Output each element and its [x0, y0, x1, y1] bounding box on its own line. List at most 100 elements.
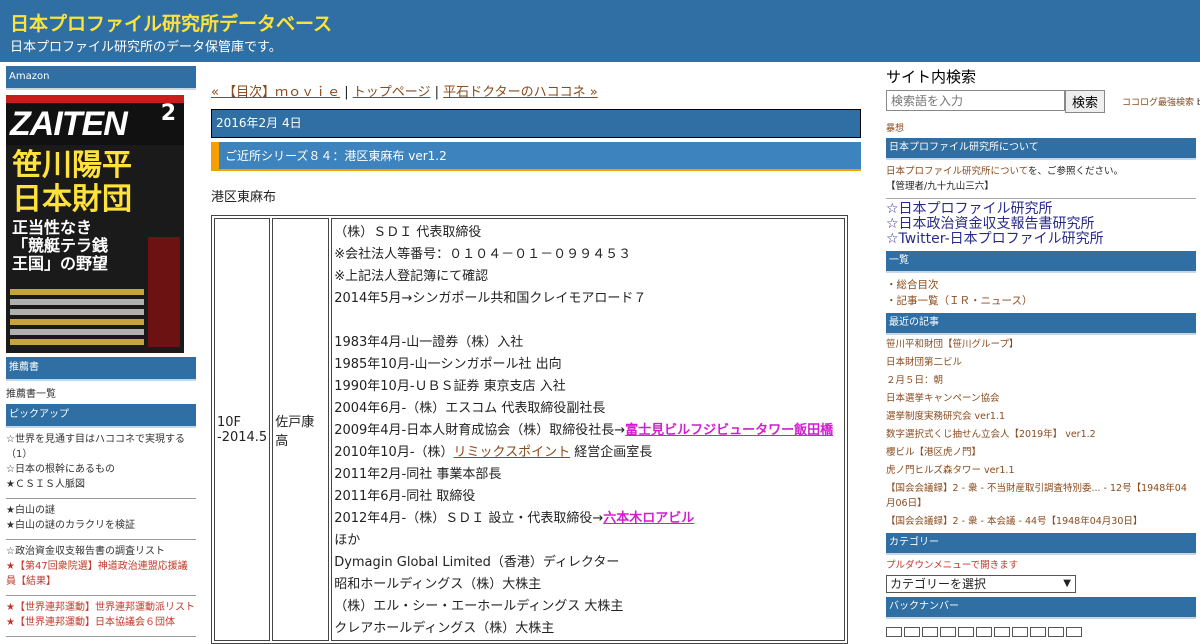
- career-line: 2010年10月-（株）リミックスポイント 経営企画室長: [334, 442, 842, 464]
- recent-heading: 最近の記事: [886, 313, 1196, 335]
- career-line-text: 1985年10月-山一シンガポール社 出向: [334, 357, 562, 372]
- top-page-link[interactable]: トップページ: [353, 85, 431, 100]
- pickup-heading: ピックアップ: [6, 404, 196, 428]
- career-line: 昭和ホールディングス（株）大株主: [334, 574, 842, 596]
- search-credit-link[interactable]: ココログ最強検索: [1122, 98, 1194, 108]
- career-line-text: ほか: [334, 533, 361, 548]
- chevron-down-icon: ▼: [1063, 578, 1071, 589]
- featured-link[interactable]: ☆日本プロファイル研究所: [886, 202, 1196, 217]
- recent-article-link[interactable]: 【国会会議録】2 - 衆 - 不当財産取引調査特別委... - 12号【1948…: [886, 481, 1196, 511]
- career-line-text: 2010年10月-（株）: [334, 445, 454, 460]
- pickup-link[interactable]: ☆政治資金収支報告書の調査リスト: [6, 544, 196, 559]
- cover-side-banner: [148, 237, 180, 347]
- pickup-link[interactable]: ☆世界を見通す目はハココネで実現する（1）: [6, 432, 196, 462]
- career-line: 2011年6月-同社 取締役: [334, 486, 842, 508]
- category-heading: カテゴリー: [886, 533, 1196, 555]
- list-link[interactable]: ・総合目次: [886, 277, 1196, 293]
- career-line-text: 1990年10月-ＵＢＳ証券 東京支店 入社: [334, 379, 566, 394]
- career-line: 2009年4月-日本人財育成協会（株）取締役社長→富士見ビルフジビュータワー飯田…: [334, 420, 842, 442]
- pickup-link[interactable]: ★【第47回衆院選】神道政治連盟応援議員【結果】: [6, 559, 196, 589]
- recent-article-link[interactable]: ２月５日：朝: [886, 373, 1196, 388]
- search-credit-name[interactable]: 暴想: [886, 121, 1196, 134]
- left-sidebar: Amazon ZAITEN 2 笹川陽平日本財団 正当性なき「競艇テラ銭王国」の…: [6, 66, 196, 637]
- career-link[interactable]: 六本木ロアビル: [603, 511, 694, 526]
- recent-articles: 笹川平和財団【笹川グループ】 日本財団第二ビル ２月５日：朝 日本選挙キャンペーン協会…: [886, 337, 1196, 529]
- entry-date: 2016年2月 4日: [211, 109, 861, 138]
- career-line: （株）エル・シー・エーホールディングス 大株主: [334, 596, 842, 618]
- career-line: 1990年10月-ＵＢＳ証券 東京支店 入社: [334, 376, 842, 398]
- pickup-link[interactable]: ★白山の謎: [6, 503, 196, 518]
- search-button[interactable]: 検索: [1065, 90, 1106, 113]
- featured-link[interactable]: ☆日本政治資金収支報告書研究所: [886, 217, 1196, 232]
- career-line-text: 昭和ホールディングス（株）大株主: [334, 577, 542, 592]
- recent-article-link[interactable]: 数字選択式くじ抽せん立会人【2019年】 ver1.2: [886, 427, 1196, 442]
- recent-article-link[interactable]: 笹川平和財団【笹川グループ】: [886, 337, 1196, 352]
- featured-link[interactable]: ☆Twitter-日本プロファイル研究所: [886, 232, 1196, 247]
- backnumber-heading: バックナンバー: [886, 597, 1196, 619]
- person-name-cell: 佐戸康高: [272, 218, 330, 641]
- floor-cell: 10F -2014.5: [214, 218, 271, 641]
- career-line: 2012年4月-（株）ＳＤＩ 設立・代表取締役→六本木ロアビル: [334, 508, 842, 530]
- career-line: ※上記法人登記簿にて確認: [334, 266, 842, 288]
- career-line: ※会社法人等番号：０１０４－０１－０９９４５３: [334, 244, 842, 266]
- site-header: 日本プロファイル研究所データベース 日本プロファイル研究所のデータ保管庫です。: [0, 0, 1200, 62]
- site-title[interactable]: 日本プロファイル研究所データベース: [10, 9, 332, 36]
- amazon-heading: Amazon: [6, 66, 196, 90]
- pickup-link[interactable]: ☆日本の根幹にあるもの: [6, 462, 196, 477]
- about-link[interactable]: 日本プロファイル研究所について: [886, 166, 1028, 177]
- table-row: 10F -2014.5 佐戸康高 （株）ＳＤＩ 代表取締役 ※会社法人等番号：０１０…: [214, 218, 846, 641]
- career-detail-cell: （株）ＳＤＩ 代表取締役 ※会社法人等番号：０１０４－０１－０９９４５３ ※上記法人…: [331, 218, 846, 641]
- tenant-table: 10F -2014.5 佐戸康高 （株）ＳＤＩ 代表取締役 ※会社法人等番号：０１０…: [211, 215, 849, 644]
- pickup-list: ☆世界を見通す目はハココネで実現する（1） ☆日本の根幹にあるもの ★ＣＳＩＳ人脈図…: [6, 428, 196, 637]
- entry-navigation: « 【目次】ｍｏｖｉｅ | トップページ | 平石ドクターのハココネ »: [211, 85, 598, 100]
- pickup-group: ★白山の謎 ★白山の謎のカラクリを検証: [6, 499, 196, 540]
- career-line-text: 2011年6月-同社 取締役: [334, 489, 476, 504]
- entry-area-label: 港区東麻布: [211, 190, 277, 205]
- backnumber-calendar[interactable]: [886, 622, 1196, 641]
- career-line-text: 2011年2月-同社 事業本部長: [334, 467, 502, 482]
- pickup-link[interactable]: ★【世界連邦運動】世界連邦運動派リスト: [6, 600, 196, 615]
- pickup-link[interactable]: ★ＣＳＩＳ人脈図: [6, 477, 196, 492]
- career-line-text: 1983年4月-山一證券（株）入社: [334, 335, 524, 350]
- search-input[interactable]: [886, 90, 1065, 111]
- list-link[interactable]: ・記事一覧（ＩＲ・ニュース）: [886, 293, 1196, 309]
- career-line: Dymagin Global Limited（香港）ディレクター: [334, 552, 842, 574]
- career-line-text: 2012年4月-（株）ＳＤＩ 設立・代表取締役→: [334, 511, 604, 526]
- about-heading: 日本プロファイル研究所について: [886, 138, 1196, 160]
- list-links: ・総合目次 ・記事一覧（ＩＲ・ニュース）: [886, 277, 1196, 309]
- next-entry-link[interactable]: 平石ドクターのハココネ »: [443, 85, 598, 100]
- career-line: ほか: [334, 530, 842, 552]
- recent-article-link[interactable]: 日本財団第二ビル: [886, 355, 1196, 370]
- cover-masthead-title: ZAITEN: [10, 105, 128, 143]
- career-line-text: 2004年6月-（株）エスコム 代表取締役副社長: [334, 401, 606, 416]
- cover-subhead: 正当性なき「競艇テラ銭王国」の野望: [12, 218, 109, 273]
- category-select[interactable]: カテゴリーを選択 ▼: [886, 575, 1076, 593]
- career-line-text: 2014年5月→シンガポール共和国クレイモアロード７: [334, 291, 647, 306]
- career-line: 2004年6月-（株）エスコム 代表取締役副社長: [334, 398, 842, 420]
- pickup-link[interactable]: ★【世界連邦運動】日本協議会６団体: [6, 615, 196, 630]
- career-link[interactable]: 富士見ビルフジビュータワー飯田橋: [625, 423, 833, 438]
- book-cover-image[interactable]: ZAITEN 2 笹川陽平日本財団 正当性なき「競艇テラ銭王国」の野望: [6, 95, 184, 353]
- cover-issue-number: 2: [160, 101, 176, 126]
- recent-article-link[interactable]: 日本選挙キャンペーン協会: [886, 391, 1196, 406]
- site-search-heading: サイト内検索: [886, 68, 977, 86]
- career-line-text: Dymagin Global Limited（香港）ディレクター: [334, 555, 620, 570]
- site-subtitle: 日本プロファイル研究所のデータ保管庫です。: [10, 40, 282, 55]
- career-line-text: ※上記法人登記簿にて確認: [334, 269, 489, 284]
- recent-article-link[interactable]: 選挙制度実務研究会 ver1.1: [886, 409, 1196, 424]
- admin-text: 【管理者/九十九山三六】: [886, 181, 994, 192]
- pickup-link[interactable]: ★白山の謎のカラクリを検証: [6, 518, 196, 533]
- career-line: （株）ＳＤＩ 代表取締役: [334, 222, 842, 244]
- career-line: 1985年10月-山一シンガポール社 出向: [334, 354, 842, 376]
- career-line-text: 2009年4月-日本人財育成協会（株）取締役社長→: [334, 423, 626, 438]
- entry-title[interactable]: ご近所シリーズ８４：港区東麻布 ver1.2: [211, 142, 861, 171]
- career-link[interactable]: リミックスポイント: [454, 445, 571, 460]
- career-line-suffix: 経営企画室長: [570, 445, 653, 460]
- recommended-list-link[interactable]: 推薦書一覧: [6, 389, 56, 400]
- career-line: [334, 310, 842, 332]
- pickup-group: ☆政治資金収支報告書の調査リスト ★【第47回衆院選】神道政治連盟応援議員【結果】: [6, 540, 196, 596]
- recent-article-link[interactable]: 虎ノ門ヒルズ森タワー ver1.1: [886, 463, 1196, 478]
- recent-article-link[interactable]: 櫻ビル【港区虎ノ門】: [886, 445, 1196, 460]
- prev-entry-link[interactable]: « 【目次】ｍｏｖｉｅ: [211, 85, 340, 100]
- recent-article-link[interactable]: 【国会会議録】2 - 衆 - 本会議 - 44号【1948年04月30日】: [886, 514, 1196, 529]
